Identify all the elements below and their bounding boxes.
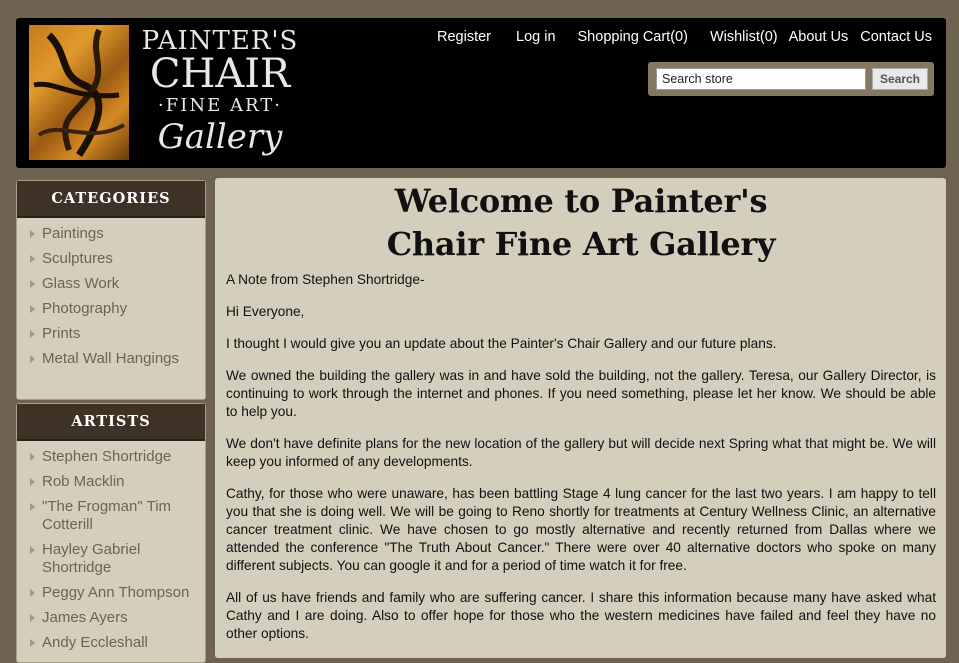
page-title: Welcome to Painter's Chair Fine Art Galle… [226, 178, 936, 266]
artists-list: Stephen Shortridge Rob Macklin "The Frog… [17, 441, 205, 652]
wishlist-link[interactable]: Wishlist(0) [710, 28, 778, 46]
logo-text-chair: CHAIR [149, 51, 291, 97]
category-label: Metal Wall Hangings [42, 350, 179, 367]
artist-item-tim-cotterill[interactable]: "The Frogman" Tim Cotterill [30, 498, 205, 534]
site-header: PAINTER'S CHAIR ·FINE ART· Gallery Regis… [16, 18, 946, 168]
artists-block: ARTISTS Stephen Shortridge Rob Macklin "… [16, 403, 206, 663]
contact-us-link[interactable]: Contact Us [860, 28, 932, 46]
page-title-line-1: Welcome to Painter's [394, 182, 768, 220]
arrow-right-icon [30, 639, 35, 647]
artist-label: Rob Macklin [42, 473, 125, 490]
main-content: Welcome to Painter's Chair Fine Art Galle… [215, 178, 946, 658]
arrow-right-icon [30, 255, 35, 263]
artist-item-james-ayers[interactable]: James Ayers [30, 609, 205, 627]
logo-text-fine-art: ·FINE ART· [158, 95, 282, 116]
greeting-paragraph: Hi Everyone, [226, 304, 305, 319]
body-paragraph: All of us have friends and family who ar… [226, 590, 936, 641]
logo-text-gallery: Gallery [157, 117, 283, 157]
category-item-paintings[interactable]: Paintings [30, 225, 205, 243]
about-us-link[interactable]: About Us [789, 28, 849, 46]
artist-item-rob-macklin[interactable]: Rob Macklin [30, 473, 205, 491]
artist-label: James Ayers [42, 609, 128, 626]
page-title-line-2: Chair Fine Art Gallery [386, 225, 776, 263]
shopping-cart-link[interactable]: Shopping Cart(0) [578, 28, 688, 46]
category-item-prints[interactable]: Prints [30, 325, 205, 343]
arrow-right-icon [30, 614, 35, 622]
category-label: Photography [42, 300, 128, 317]
artist-item-peggy-ann-thompson[interactable]: Peggy Ann Thompson [30, 584, 205, 602]
site-logo[interactable]: PAINTER'S CHAIR ·FINE ART· Gallery [29, 25, 304, 167]
header-links: Register Log in Shopping Cart(0) Wishlis… [437, 28, 932, 46]
arrow-right-icon [30, 230, 35, 238]
logo-artwork [29, 25, 129, 160]
arrow-right-icon [30, 280, 35, 288]
arrow-right-icon [30, 453, 35, 461]
artist-item-hayley-gabriel-shortridge[interactable]: Hayley Gabriel Shortridge [30, 541, 205, 577]
category-label: Glass Work [42, 275, 120, 292]
register-link[interactable]: Register [437, 28, 491, 46]
arrow-right-icon [30, 355, 35, 363]
search-input[interactable] [656, 68, 866, 90]
arrow-right-icon [30, 503, 35, 511]
category-item-photography[interactable]: Photography [30, 300, 205, 318]
category-label: Paintings [42, 225, 104, 242]
category-item-glass-work[interactable]: Glass Work [30, 275, 205, 293]
body-paragraph: Cathy, for those who were unaware, has b… [226, 486, 936, 573]
arrow-right-icon [30, 589, 35, 597]
category-label: Prints [42, 325, 81, 342]
body-paragraph: I thought I would give you an update abo… [226, 336, 777, 351]
artist-item-andy-eccleshall[interactable]: Andy Eccleshall [30, 634, 205, 652]
categories-list: Paintings Sculptures Glass Work Photogra… [17, 218, 205, 368]
artist-label: Peggy Ann Thompson [42, 584, 190, 601]
artist-label: "The Frogman" Tim Cotterill [42, 498, 172, 533]
note-from-line: A Note from Stephen Shortridge- [226, 272, 425, 287]
artist-label: Stephen Shortridge [42, 448, 172, 465]
arrow-right-icon [30, 305, 35, 313]
arrow-right-icon [30, 546, 35, 554]
arrow-right-icon [30, 478, 35, 486]
login-link[interactable]: Log in [516, 28, 556, 46]
category-item-sculptures[interactable]: Sculptures [30, 250, 205, 268]
search-box: Search [648, 62, 934, 96]
category-label: Sculptures [42, 250, 113, 267]
category-item-metal-wall-hangings[interactable]: Metal Wall Hangings [30, 350, 205, 368]
artist-label: Andy Eccleshall [42, 634, 148, 651]
artists-title: ARTISTS [17, 404, 205, 441]
artist-label: Hayley Gabriel Shortridge [42, 541, 141, 576]
search-button[interactable]: Search [872, 68, 928, 90]
body-paragraph: We don't have definite plans for the new… [226, 436, 936, 469]
categories-block: CATEGORIES Paintings Sculptures Glass Wo… [16, 180, 206, 400]
categories-title: CATEGORIES [17, 181, 205, 218]
body-paragraph: We owned the building the gallery was in… [226, 368, 936, 419]
arrow-right-icon [30, 330, 35, 338]
artist-item-stephen-shortridge[interactable]: Stephen Shortridge [30, 448, 205, 466]
